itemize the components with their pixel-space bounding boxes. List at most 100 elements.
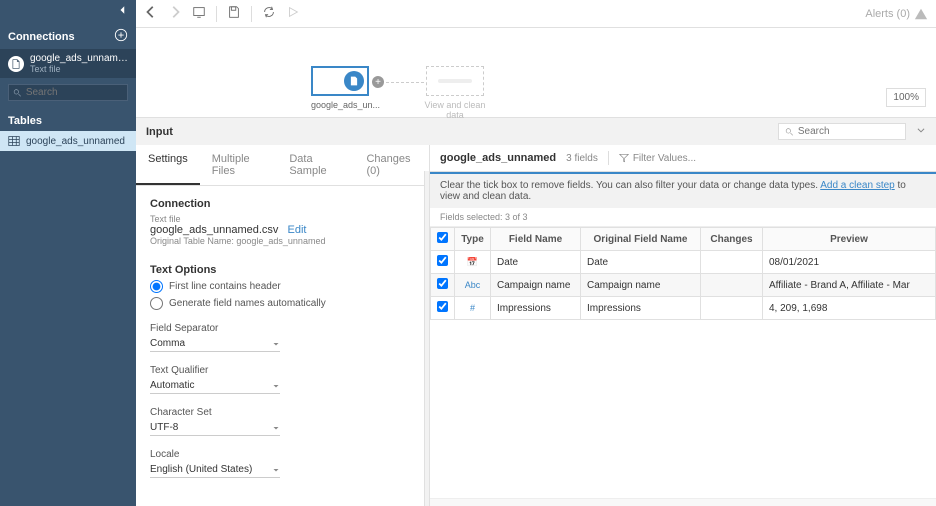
row-checkbox[interactable] (437, 301, 448, 312)
alert-icon (914, 7, 928, 21)
fields-table: Type Field Name Original Field Name Chan… (430, 227, 936, 320)
select-all-checkbox[interactable] (437, 232, 448, 243)
zoom-level[interactable]: 100% (886, 88, 926, 107)
type-icon[interactable]: # (470, 303, 475, 313)
radio-first-line-input[interactable] (150, 280, 163, 293)
nav-forward-button[interactable] (168, 5, 182, 22)
add-clean-step-link[interactable]: Add a clean step (820, 180, 895, 191)
field-separator-select[interactable]: Comma (150, 336, 280, 352)
tab-changes[interactable]: Changes (0) (354, 145, 429, 185)
sidebar-search-input[interactable] (26, 87, 123, 98)
connection-name: google_ads_unname... (30, 53, 128, 64)
type-icon[interactable]: Abc (465, 280, 481, 290)
preview-cell: 4, 209, 1,698 (763, 297, 936, 320)
collapse-sidebar-button[interactable] (0, 0, 136, 20)
preview-source-name: google_ads_unnamed (440, 152, 556, 164)
table-icon (8, 135, 20, 147)
table-row[interactable]: AbcCampaign nameCampaign nameAffiliate -… (431, 274, 936, 297)
panel-header: Input (136, 118, 936, 145)
col-preview: Preview (763, 228, 936, 251)
changes-cell (701, 251, 763, 274)
flow-connector (386, 82, 424, 83)
flow-node-label: google_ads_un... (311, 100, 369, 110)
character-set-select[interactable]: UTF-8 (150, 420, 280, 436)
save-button[interactable] (227, 5, 241, 22)
toolbar: Alerts (0) (136, 0, 936, 28)
fields-selected-count: Fields selected: 3 of 3 (430, 208, 936, 227)
panel-expand-button[interactable] (916, 125, 926, 138)
changes-cell (701, 274, 763, 297)
connection-item[interactable]: google_ads_unname... Text file (0, 49, 136, 78)
add-connection-button[interactable] (114, 28, 128, 45)
alerts-label: Alerts (0) (865, 8, 910, 20)
preview-horizontal-scrollbar[interactable] (430, 498, 936, 506)
changes-cell (701, 297, 763, 320)
connection-type-label: Text file (150, 214, 415, 224)
locale-select[interactable]: English (United States) (150, 462, 280, 478)
flow-canvas[interactable]: google_ads_un... + View and clean data 1… (136, 28, 936, 118)
detail-tabs: Settings Multiple Files Data Sample Chan… (136, 145, 429, 186)
character-set-label: Character Set (150, 407, 212, 418)
connection-type: Text file (30, 64, 128, 74)
edit-connection-link[interactable]: Edit (288, 224, 307, 236)
row-checkbox[interactable] (437, 255, 448, 266)
main: Alerts (0) google_ads_un... + View and c… (136, 0, 936, 506)
col-field-name: Field Name (491, 228, 581, 251)
flow-input-node[interactable] (311, 66, 369, 96)
filter-values-button[interactable]: Filter Values... (619, 153, 696, 164)
panel-search[interactable] (778, 123, 906, 140)
table-name: google_ads_unnamed (26, 136, 125, 147)
table-row[interactable]: # ImpressionsImpressions 4, 209, 1,698 (431, 297, 936, 320)
row-checkbox[interactable] (437, 278, 448, 289)
text-qualifier-label: Text Qualifier (150, 365, 208, 376)
col-changes: Changes (701, 228, 763, 251)
flow-placeholder-label: View and clean data (418, 100, 492, 120)
preview-info-banner: Clear the tick box to remove fields. You… (430, 172, 936, 208)
tab-data-sample[interactable]: Data Sample (277, 145, 354, 185)
connections-label: Connections (8, 31, 75, 43)
filter-icon (619, 153, 629, 163)
alerts-indicator[interactable]: Alerts (0) (865, 7, 928, 21)
sidebar-search[interactable] (8, 84, 128, 101)
field-separator-label: Field Separator (150, 323, 218, 334)
presentation-button[interactable] (192, 5, 206, 22)
run-button[interactable] (286, 5, 300, 22)
sidebar: Connections google_ads_unname... Text fi… (0, 0, 136, 506)
preview-field-count: 3 fields (566, 153, 598, 164)
col-checkbox[interactable] (431, 228, 455, 251)
type-icon[interactable]: 📅 (467, 257, 478, 267)
tab-settings[interactable]: Settings (136, 145, 200, 185)
text-qualifier-select[interactable]: Automatic (150, 378, 280, 394)
input-node-icon (344, 71, 364, 91)
panel-search-input[interactable] (798, 126, 899, 137)
connections-header: Connections (0, 20, 136, 49)
table-row[interactable]: 📅DateDate08/01/2021 (431, 251, 936, 274)
radio-generate-names[interactable]: Generate field names automatically (150, 297, 415, 310)
connection-section-header: Connection (150, 198, 415, 210)
preview-panel: google_ads_unnamed 3 fields Filter Value… (430, 145, 936, 506)
detail-panel: Settings Multiple Files Data Sample Chan… (136, 145, 430, 506)
chevron-down-icon (272, 424, 280, 432)
original-name-cell: Impressions (581, 297, 701, 320)
refresh-button[interactable] (262, 5, 276, 22)
preview-cell: 08/01/2021 (763, 251, 936, 274)
flow-add-step-button[interactable]: + (372, 76, 384, 88)
detail-scrollbar[interactable] (424, 171, 429, 506)
table-item[interactable]: google_ads_unnamed (0, 131, 136, 151)
chevron-down-icon (272, 466, 280, 474)
tab-multiple-files[interactable]: Multiple Files (200, 145, 278, 185)
text-options-header: Text Options (150, 264, 415, 276)
radio-generate-input[interactable] (150, 297, 163, 310)
field-name-cell[interactable]: Impressions (491, 297, 581, 320)
flow-placeholder-node[interactable] (426, 66, 484, 96)
field-name-cell[interactable]: Date (491, 251, 581, 274)
original-table-name: Original Table Name: google_ads_unnamed (150, 236, 415, 246)
nav-back-button[interactable] (144, 5, 158, 22)
chevron-down-icon (272, 340, 280, 348)
panel-title: Input (146, 126, 173, 138)
preview-cell: Affiliate - Brand A, Affiliate - Mar (763, 274, 936, 297)
tables-header: Tables (0, 107, 136, 131)
radio-first-line-header[interactable]: First line contains header (150, 280, 415, 293)
field-name-cell[interactable]: Campaign name (491, 274, 581, 297)
file-icon (8, 56, 24, 72)
